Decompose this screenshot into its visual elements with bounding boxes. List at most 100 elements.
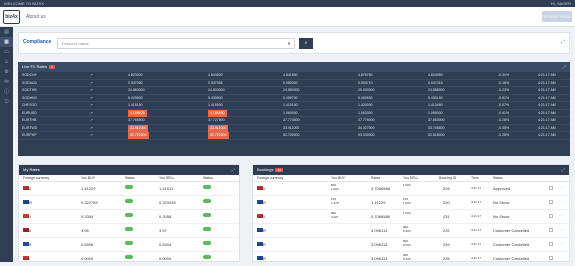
live-fx-badge: 3 [49,64,55,69]
booking-id: 235 [443,256,450,261]
trend-icon: ↗ [90,118,93,122]
user-icon[interactable]: ☺ [0,57,13,67]
search-button[interactable]: ⌕ [299,38,313,49]
user-greeting[interactable]: HI, SAGER [551,0,571,7]
logout-icon[interactable]: ⎋ [0,97,13,107]
fx-row[interactable]: EURTWD 33.911000 33.911000 33.911000 34.0275… [18,124,570,132]
table-row[interactable]: MYR 3.098113 800 5,000 235 4:21:17 Custo… [253,252,569,266]
more-options-icon[interactable]: ⋯ [559,185,563,190]
table-row[interactable]: MYR 3.098113 800 5,000 234 4:21:17 Custo… [253,238,569,252]
fx-pct: -0.26% [498,118,510,122]
fx-v5: 52.618000 [428,133,445,137]
top-bar: WELCOME TO BIZXX HI, SAGER [0,0,575,7]
fx-rows: SGDCNY 4.823000 4.843800 4.841800 4.878750 4.… [18,72,570,140]
sell-value: 0.0000 [159,256,172,261]
fx-v1: 0.947050 [128,80,143,85]
fx-v3: 4.841800 [283,73,298,77]
more-options-icon[interactable]: ⋯ [559,241,563,246]
time-value: 4:21:17 [471,228,482,232]
sell-value: 0.2058 [159,214,172,219]
fx-v1: 1.168828 [128,109,147,117]
more-options-icon[interactable]: ⋯ [559,199,563,204]
bar-chart-icon[interactable]: ▤ [0,27,13,37]
trend-icon: ↗ [90,103,93,107]
fx-v5: 4.824050 [428,73,443,77]
fx-pct: -0.31% [498,73,510,77]
currency-code: THB [23,228,31,233]
fx-row[interactable]: SGDCNY 4.823000 4.843800 4.841800 4.878750 4.… [18,72,570,80]
table-row[interactable]: USD 800 1,000 0.7066588 1,000 226 4:21:1… [253,182,569,196]
trend-icon: ↗ [90,80,93,85]
fx-row[interactable]: CHFSGD 1.415150 1.415500 1.415100 1.420000 1.… [18,102,570,110]
fx-row[interactable]: SGDHKD 5.429800 5.430800 5.459700 5.460650 5.… [18,95,570,102]
fx-v1: 4.823000 [128,73,143,77]
trend-icon: ↗ [90,73,93,77]
more-options-icon[interactable]: ⋯ [559,227,563,232]
fx-pair: EURTHB [22,118,37,122]
status-value: Customer Cancelled [493,256,530,261]
col-time: Time [471,176,479,180]
logo[interactable]: biz4x [3,10,20,24]
more-options-icon[interactable]: ⋯ [559,255,563,260]
fx-v3: 0.950000 [283,80,298,85]
fx-row[interactable]: SGDAUD 0.947050 0.947065 0.950000 0.954710 0.… [18,80,570,87]
table-row[interactable]: MYR 3.098113 800 5,000 232 4:21:17 Custo… [253,224,569,238]
bookings-badge: 23 [275,167,283,172]
time-value: 4:21:17 [471,214,482,218]
fx-ts: 4:21:17 AM [538,118,556,122]
about-link[interactable]: About us [26,14,46,20]
fx-pair: CHFSGD [22,103,37,107]
fx-row[interactable]: EURUSD 1.168828 1.168850 1.060000 1.063000 1.… [18,109,570,117]
col-booking-id: Booking ID [439,176,457,180]
trend-icon: ↗ [90,110,93,115]
currency-code: USD [257,214,266,219]
fx-pct: -0.28% [498,133,510,137]
sell-value: 1,000 [403,183,411,187]
fx-row[interactable]: SGDTHB 24.883000 24.833000 24.880000 25.0030… [18,87,570,95]
expand-icon[interactable]: ⤢ [562,165,565,175]
fx-v3: 33.911000 [283,125,300,130]
fx-row[interactable]: EURPHP 52.722500 52.722500 52.700000 53.0300… [18,132,570,140]
person-name-placeholder: Person's name [62,41,89,46]
status-value: No Show [493,214,510,219]
expand-icon[interactable]: ⤢ [563,62,566,72]
table-row: USD 1.41229 1.41511 [19,182,239,196]
fx-v5: 0.947018 [428,80,443,85]
table-row[interactable]: MYR 100 1,378 1.41229 100 1,000 230 4:21… [253,196,569,210]
buy-value: 0.2054 [81,214,94,219]
fx-pair: EURTWD [22,125,38,130]
buy-value: 800 1,000 [331,183,339,191]
bookings-table-header: Foreign currency You BUY Rates You SELL … [253,175,569,182]
table-row[interactable]: USD 800 4,407 0.7066588 1,000 231 4:21:1… [253,210,569,224]
more-options-icon[interactable]: ⋯ [559,213,563,218]
chat-icon[interactable]: ✉ [0,77,13,87]
fx-v2: 1.168850 [208,109,227,117]
table-row: THB 3.96 3.97 [19,224,239,238]
currency-code: MYR [257,242,266,247]
chevron-down-icon: ▼ [287,41,291,46]
settings-icon[interactable]: ⚙ [0,67,13,77]
document-icon[interactable]: ▭ [0,47,13,57]
fx-row[interactable]: EURTHB 37.765500 37.727500 37.774000 37.7790… [18,117,570,125]
fx-v3: 1.060000 [283,110,298,115]
info-icon[interactable]: ⓘ [0,87,13,97]
table-row: MYR 0.322789 0.323435 [19,196,239,210]
expand-icon[interactable]: ⤢ [232,165,235,175]
grid-icon[interactable]: ▦ [0,37,13,47]
booking-id: 232 [443,228,450,233]
booking-id: 226 [443,186,450,191]
select-plan-button[interactable]: SELECT PLAN [542,11,572,22]
sell-value: 1.41511 [159,186,174,191]
fx-pair: EURUSD [22,110,37,115]
fx-v4: 5.460650 [358,95,373,100]
time-value: 4:21:17 [471,242,482,246]
my-rates-rows: USD 1.41229 1.41511 MYR 0.322789 0.32343… [19,182,239,266]
time-value: 4:21:17 [471,200,482,204]
status-value: Customer Cancelled [493,228,530,233]
fx-pct: -0.23% [498,88,510,92]
fx-v2: 1.415500 [208,103,223,107]
expand-icon[interactable]: ⤢ [561,39,565,45]
fx-pct: -0.61% [498,95,510,100]
person-name-select[interactable]: Person's name ▼ [57,38,295,49]
col-status: Status [125,176,135,180]
